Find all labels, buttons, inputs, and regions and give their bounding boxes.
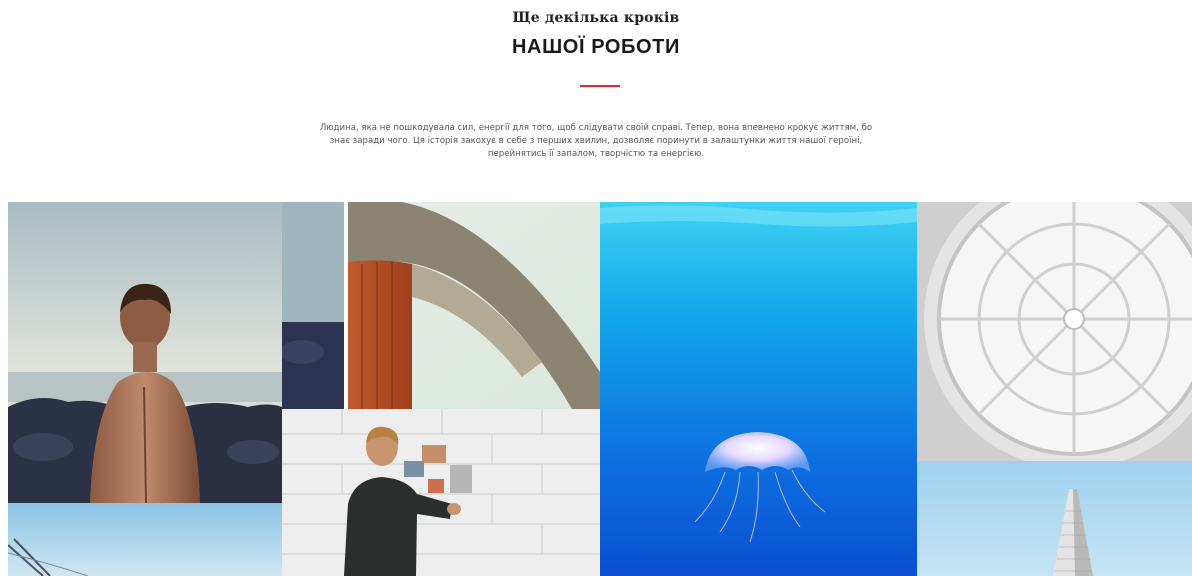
photo-gallery <box>0 0 1192 576</box>
curved-architecture-image <box>282 202 600 409</box>
gallery-tile-skyscraper[interactable] <box>917 461 1192 576</box>
gallery-tile-man-seaside[interactable] <box>8 202 282 503</box>
gallery-tile-architecture[interactable] <box>282 202 600 409</box>
jellyfish-underwater-image <box>600 202 917 576</box>
glass-dome-ceiling-image <box>917 202 1192 461</box>
man-wall-photos-image <box>282 409 600 576</box>
gallery-tile-dome[interactable] <box>917 202 1192 461</box>
gallery-tile-jellyfish[interactable] <box>600 202 917 576</box>
portfolio-section: Ще декілька кроків НАШОЇ РОБОТИ Людина, … <box>0 0 1192 576</box>
man-back-seaside-image <box>8 202 282 503</box>
skyscraper-image <box>917 461 1192 576</box>
gallery-tile-bridge[interactable] <box>8 503 282 576</box>
gallery-tile-man-wall[interactable] <box>282 409 600 576</box>
bridge-sky-image <box>8 503 282 576</box>
